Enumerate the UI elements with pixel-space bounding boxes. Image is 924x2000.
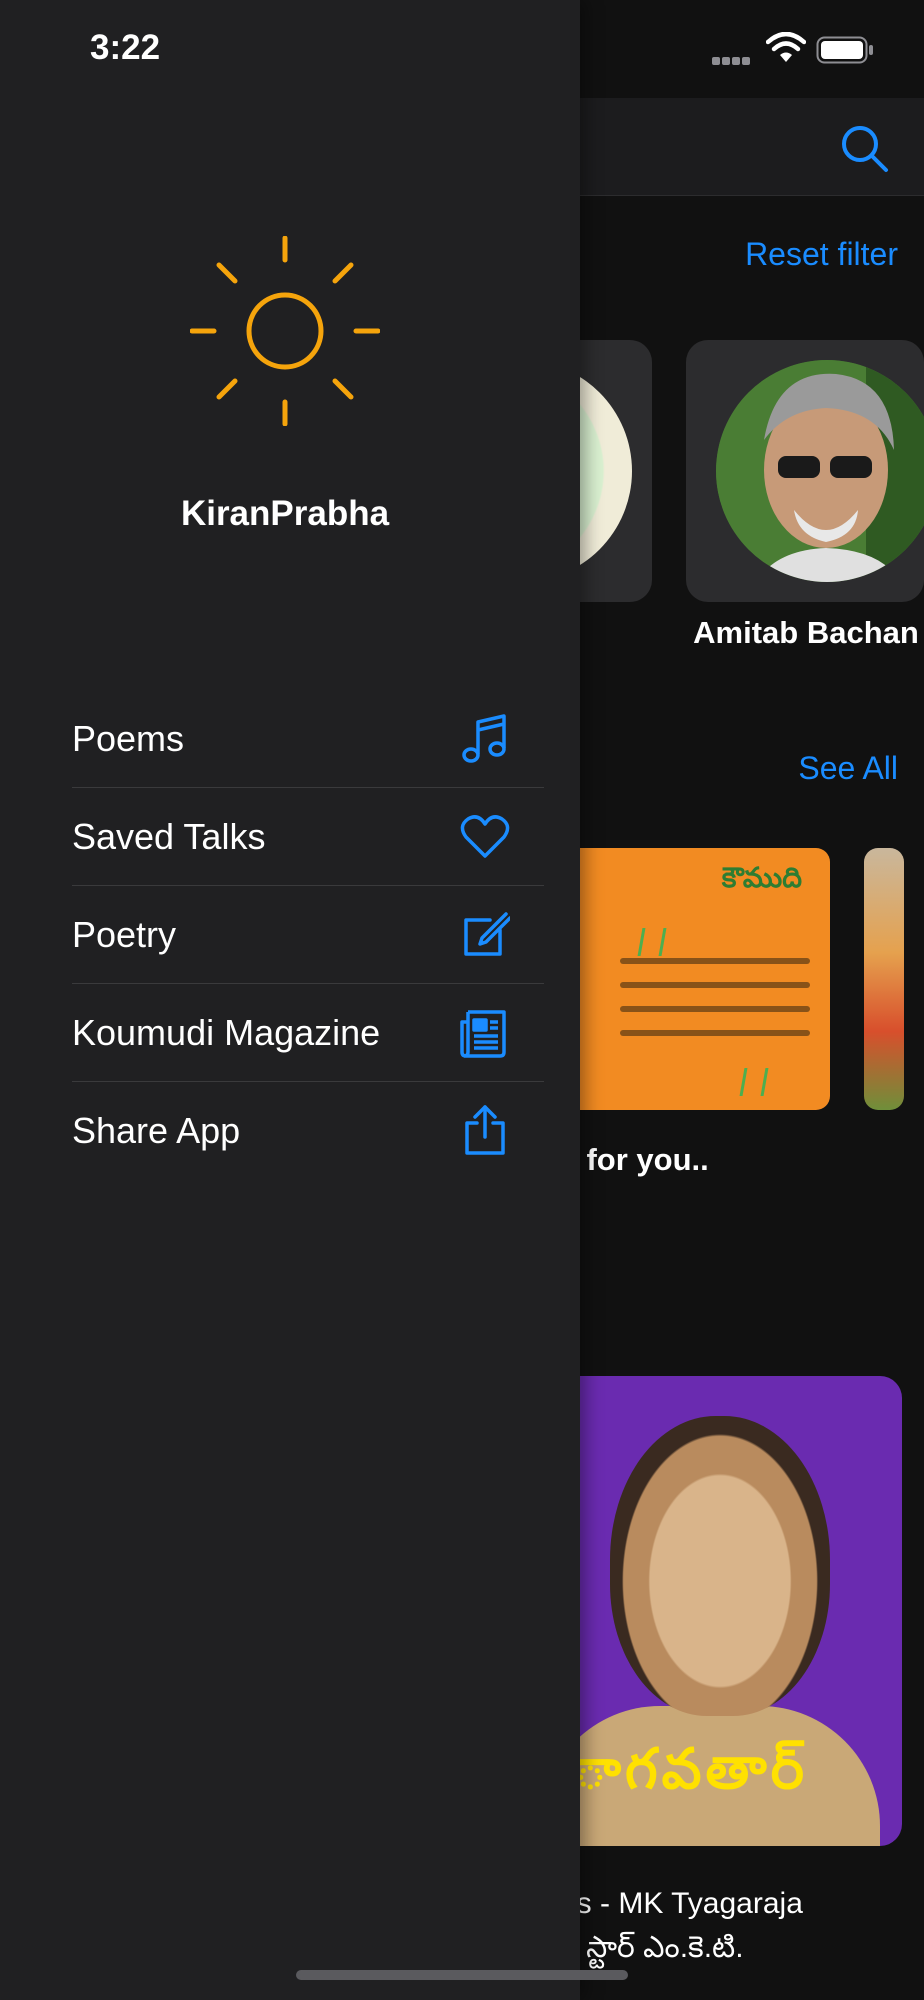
artist-photo	[716, 360, 924, 582]
screen: Reset filter Amitab Bachan See All కౌముద…	[0, 0, 924, 2000]
app-name: KiranPrabha	[180, 494, 390, 533]
artist-name: Amitab Bachan	[693, 615, 919, 650]
status-time: 3:22	[90, 28, 161, 67]
menu-item-label: Share App	[72, 1110, 241, 1151]
menu-item-label: Poetry	[72, 913, 177, 955]
sun-icon	[190, 236, 380, 426]
menu-item-share-app[interactable]: Share App	[72, 1082, 544, 1180]
drawer-menu: Poems Saved Talks Poetry Koumudi Magazin…	[72, 690, 544, 1180]
menu-item-label: Koumudi Magazine	[72, 1011, 381, 1053]
side-drawer: KiranPrabha Poems Saved Talks Poetry Kou…	[0, 0, 580, 2000]
poster-title-line: es - MK Tyagaraja	[560, 1887, 803, 1920]
menu-item-label: Saved Talks	[72, 815, 266, 857]
menu-item-koumudi-magazine[interactable]: Koumudi Magazine	[72, 984, 544, 1082]
heart-icon	[456, 808, 514, 866]
poster-title: es - MK Tyagaraja ర్ స్టార్ ఎం.కె.టి.	[560, 1882, 803, 1970]
search-icon	[842, 126, 888, 172]
grass-decoration	[637, 928, 667, 956]
magazine-text-lines	[620, 958, 810, 1054]
poster-title-line: ర్ స్టార్ ఎం.కె.టి.	[560, 1931, 744, 1964]
menu-item-saved-talks[interactable]: Saved Talks	[72, 788, 544, 886]
home-indicator[interactable]	[296, 1970, 628, 1980]
artist-card[interactable]	[686, 340, 924, 602]
reset-filter-button[interactable]: Reset filter	[745, 236, 898, 273]
share-icon	[456, 1102, 514, 1160]
magazine-title: కౌముది	[721, 862, 802, 893]
artist-avatar	[716, 360, 924, 582]
search-button[interactable]	[838, 122, 890, 174]
battery-icon	[816, 36, 873, 64]
see-all-button[interactable]: See All	[798, 750, 898, 787]
music-note-icon	[456, 710, 514, 768]
wifi-icon	[766, 32, 806, 62]
compose-icon	[456, 906, 514, 964]
grass-decoration	[739, 1068, 769, 1096]
poster-figure-face	[610, 1416, 830, 1716]
status-bar: 3:22	[0, 0, 924, 98]
menu-item-poetry[interactable]: Poetry	[72, 886, 544, 984]
cellular-signal-icon	[712, 52, 754, 66]
menu-item-label: Poems	[72, 717, 185, 759]
thumbnail-card[interactable]	[864, 848, 904, 1110]
newspaper-icon	[456, 1004, 514, 1062]
menu-item-poems[interactable]: Poems	[72, 690, 544, 788]
